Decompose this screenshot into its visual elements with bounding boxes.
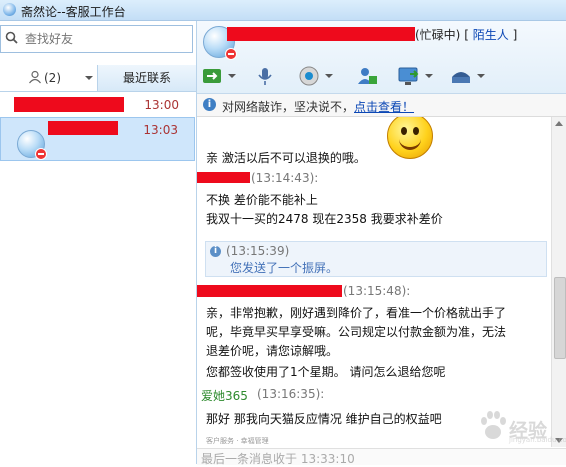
chat-history: 亲 激活以后不可以退换的哦。 (13:14:43): 不换 差价能不能补上 我双… bbox=[197, 117, 549, 447]
redacted-contact-name bbox=[48, 121, 118, 135]
info-icon: i bbox=[210, 246, 221, 257]
redacted-contact-name bbox=[227, 27, 415, 41]
person-icon bbox=[29, 70, 41, 84]
chat-panel: (忙碌中) [ 陌生人 ] i 对网络敲诈，坚决说不，点击查看！ 亲 激活以后不… bbox=[197, 21, 566, 466]
smiley-mouth bbox=[399, 136, 421, 150]
message-text: 那好 那我向天猫反应情况 维护自己的权益吧 bbox=[206, 412, 442, 426]
contact-time: 13:00 bbox=[144, 98, 179, 112]
contact-status: (忙碌中) [ 陌生人 ] bbox=[415, 26, 517, 43]
notice-text: 对网络敲诈，坚决说不，点击查看！ bbox=[222, 98, 414, 115]
message-time: (13:14:43): bbox=[251, 171, 319, 185]
chat-scrollbar[interactable] bbox=[551, 117, 566, 447]
message-text: 亲 激活以后不可以退换的哦。 bbox=[206, 151, 366, 165]
smiley-emoticon-icon bbox=[387, 117, 433, 159]
watermark-url: jingyan.baidu.com bbox=[509, 436, 566, 444]
message-text: 亲，非常抱歉，刚好遇到降价了，看准一个价格就出手了 bbox=[206, 306, 507, 320]
contact-card-icon[interactable] bbox=[355, 65, 379, 87]
info-icon: i bbox=[203, 98, 216, 111]
chevron-down-icon[interactable] bbox=[325, 74, 333, 78]
message-text: 不换 差价能不能补上 bbox=[206, 193, 318, 207]
search-input[interactable] bbox=[23, 29, 187, 49]
contact-item[interactable]: 13:00 bbox=[0, 93, 195, 117]
message-time: (13:15:48): bbox=[343, 284, 411, 298]
chevron-down-icon[interactable] bbox=[477, 74, 485, 78]
bracket-open: [ bbox=[464, 28, 469, 42]
security-notice: i 对网络敲诈，坚决说不，点击查看！ bbox=[197, 94, 566, 117]
chat-header: (忙碌中) [ 陌生人 ] bbox=[197, 21, 566, 94]
app-icon bbox=[3, 3, 16, 16]
tab-recent[interactable]: 最近联系 bbox=[98, 65, 196, 91]
paw-logo-icon bbox=[481, 411, 506, 439]
watermark: 经验 jingyan.baidu.com bbox=[479, 406, 566, 446]
busy-status-icon bbox=[35, 148, 47, 160]
redacted-sender-name bbox=[197, 172, 250, 183]
sender-name: 爱她365 bbox=[201, 389, 248, 403]
video-icon[interactable] bbox=[297, 65, 321, 87]
message-text: 我双十一买的2478 现在2358 我要求补差价 bbox=[206, 212, 443, 226]
stranger-link[interactable]: 陌生人 bbox=[473, 28, 509, 42]
message-text: 退差价呢，请您谅解哦。 bbox=[206, 344, 339, 358]
notice-link[interactable]: 点击查看！ bbox=[354, 100, 414, 114]
contact-tabs: (2) 最近联系 bbox=[0, 65, 196, 92]
window-title: 斋然论--客服工作台 bbox=[21, 5, 126, 19]
redacted-sender-name bbox=[197, 285, 342, 297]
remote-icon[interactable] bbox=[397, 65, 421, 87]
chevron-down-icon[interactable] bbox=[228, 74, 236, 78]
title-bar: 斋然论--客服工作台 bbox=[0, 0, 566, 21]
left-panel: (2) 最近联系 13:00 13:03 bbox=[0, 21, 197, 464]
status-text: (忙碌中) bbox=[415, 28, 461, 42]
search-box[interactable] bbox=[0, 25, 193, 53]
more-icon[interactable] bbox=[449, 65, 473, 87]
message-text: 呢，毕竟早买早享受嘛。公司规定以付款金额为准，无法 bbox=[206, 325, 507, 339]
voice-icon[interactable] bbox=[253, 65, 277, 87]
tab-contacts[interactable]: (2) bbox=[0, 65, 98, 91]
message-text: 您都签收使用了1个星期。 请问怎么退给您呢 bbox=[206, 365, 446, 379]
status-bar: 最后一条消息收于 13:33:10 bbox=[197, 448, 566, 466]
contacts-count: (2) bbox=[44, 71, 61, 85]
message-time: (13:16:35): bbox=[257, 387, 325, 401]
smiley-eye bbox=[413, 127, 419, 135]
scroll-up-icon[interactable] bbox=[555, 121, 563, 126]
contact-item-selected[interactable]: 13:03 bbox=[0, 117, 195, 161]
system-message: i (13:15:39) 您发送了一个振屏。 bbox=[205, 241, 547, 277]
redacted-contact-name bbox=[14, 97, 124, 112]
system-text: 您发送了一个振屏。 bbox=[230, 261, 339, 275]
smiley-eye bbox=[401, 127, 407, 135]
message-signature: 客户服务 · 幸福管理 bbox=[206, 437, 269, 445]
avatar bbox=[17, 130, 47, 160]
chat-toolbar bbox=[197, 61, 566, 91]
contact-time: 13:03 bbox=[143, 123, 178, 137]
transfer-icon[interactable] bbox=[201, 65, 225, 87]
scrollbar-thumb[interactable] bbox=[554, 277, 566, 359]
message-time: (13:15:39) bbox=[226, 244, 290, 258]
chevron-down-icon[interactable] bbox=[85, 76, 93, 80]
bracket-close: ] bbox=[512, 28, 518, 42]
last-message-status: 最后一条消息收于 13:33:10 bbox=[201, 452, 355, 466]
busy-status-icon bbox=[225, 48, 237, 60]
search-icon[interactable] bbox=[4, 30, 20, 46]
chevron-down-icon[interactable] bbox=[425, 74, 433, 78]
notice-message: 对网络敲诈，坚决说不， bbox=[222, 100, 355, 114]
